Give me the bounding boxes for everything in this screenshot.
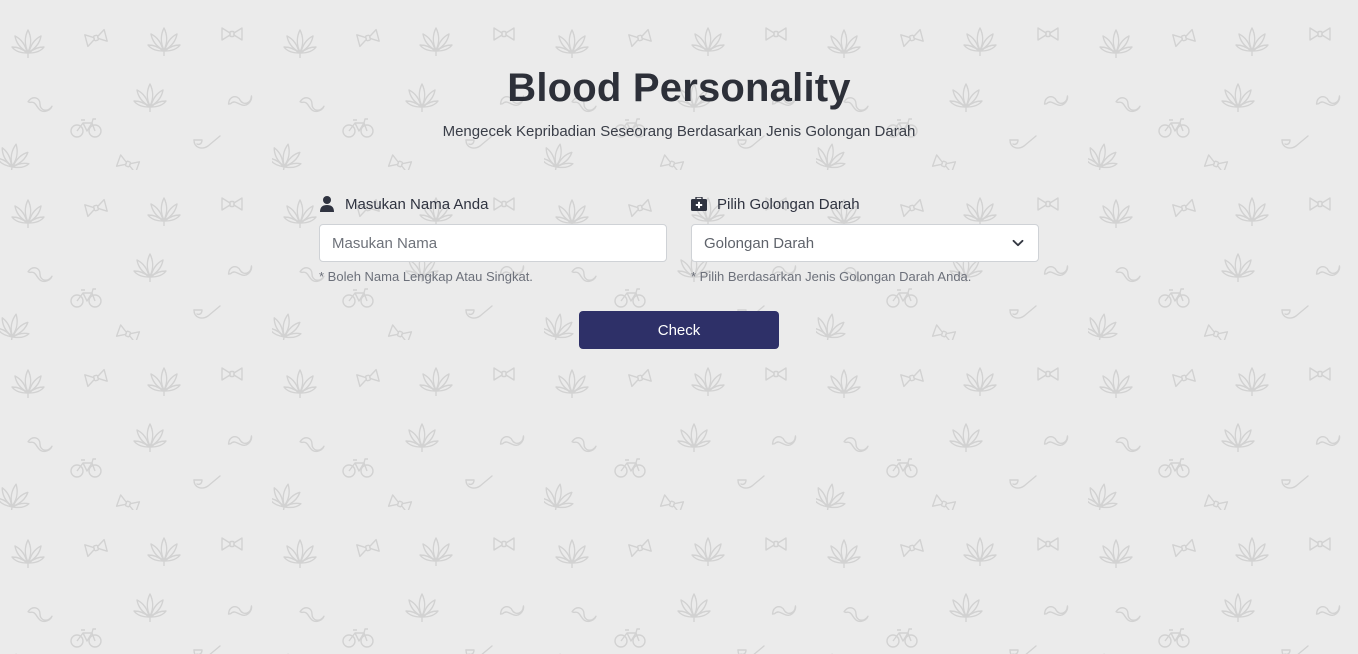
page-content: Blood Personality Mengecek Kepribadian S…: [0, 0, 1358, 654]
name-label: Masukan Nama Anda: [345, 195, 489, 213]
user-icon: [319, 195, 335, 213]
blood-type-field-group: Pilih Golongan Darah Golongan Darah * Pi…: [691, 193, 1039, 284]
page-subtitle: Mengecek Kepribadian Seseorang Berdasark…: [442, 123, 916, 140]
name-input-wrapper: [319, 224, 667, 262]
name-field-group: Masukan Nama Anda * Boleh Nama Lengkap A…: [319, 193, 667, 284]
blood-type-label-row: Pilih Golongan Darah: [691, 193, 1039, 215]
check-button[interactable]: Check: [579, 311, 779, 349]
name-hint: * Boleh Nama Lengkap Atau Singkat.: [319, 269, 533, 284]
blood-type-hint: * Pilih Berdasarkan Jenis Golongan Darah…: [691, 269, 972, 284]
chevron-down-icon: [1012, 239, 1024, 247]
blood-type-select[interactable]: Golongan Darah: [691, 224, 1039, 262]
name-input[interactable]: [332, 234, 654, 252]
blood-type-selected-value: Golongan Darah: [704, 234, 815, 252]
page-title: Blood Personality: [507, 66, 851, 110]
medical-kit-icon: [691, 195, 707, 213]
name-label-row: Masukan Nama Anda: [319, 193, 667, 215]
blood-type-label: Pilih Golongan Darah: [717, 195, 860, 213]
